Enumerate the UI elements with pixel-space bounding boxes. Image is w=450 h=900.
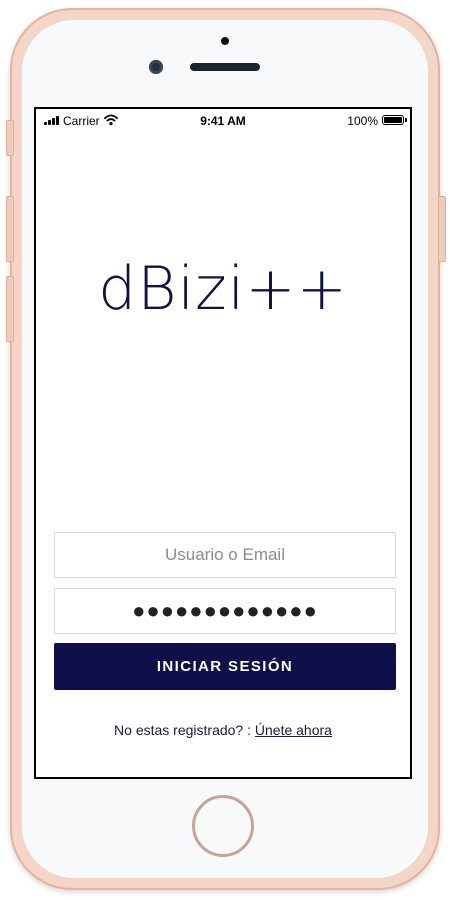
earpiece-speaker (190, 63, 260, 71)
volume-up-button (6, 196, 14, 262)
register-text: No estas registrado? : (114, 722, 255, 738)
status-bar: Carrier 9:41 AM 100% (36, 109, 410, 131)
register-prompt: No estas registrado? : Únete ahora (36, 722, 410, 738)
register-link[interactable]: Únete ahora (255, 722, 332, 738)
username-input[interactable] (54, 532, 396, 578)
battery-level (384, 117, 402, 123)
battery-icon (382, 115, 404, 125)
proximity-sensor (221, 37, 229, 45)
power-button (438, 196, 446, 262)
screen: Carrier 9:41 AM 100% dBizi++ INICIAR SES… (34, 107, 412, 779)
battery-tip (405, 118, 407, 122)
home-button[interactable] (192, 795, 254, 857)
front-camera (149, 60, 163, 74)
password-input[interactable] (54, 588, 396, 634)
battery-percentage: 100% (347, 114, 378, 128)
login-button[interactable]: INICIAR SESIÓN (54, 643, 396, 690)
volume-down-button (6, 276, 14, 342)
mute-switch (6, 120, 14, 156)
app-logo: dBizi++ (98, 254, 348, 324)
